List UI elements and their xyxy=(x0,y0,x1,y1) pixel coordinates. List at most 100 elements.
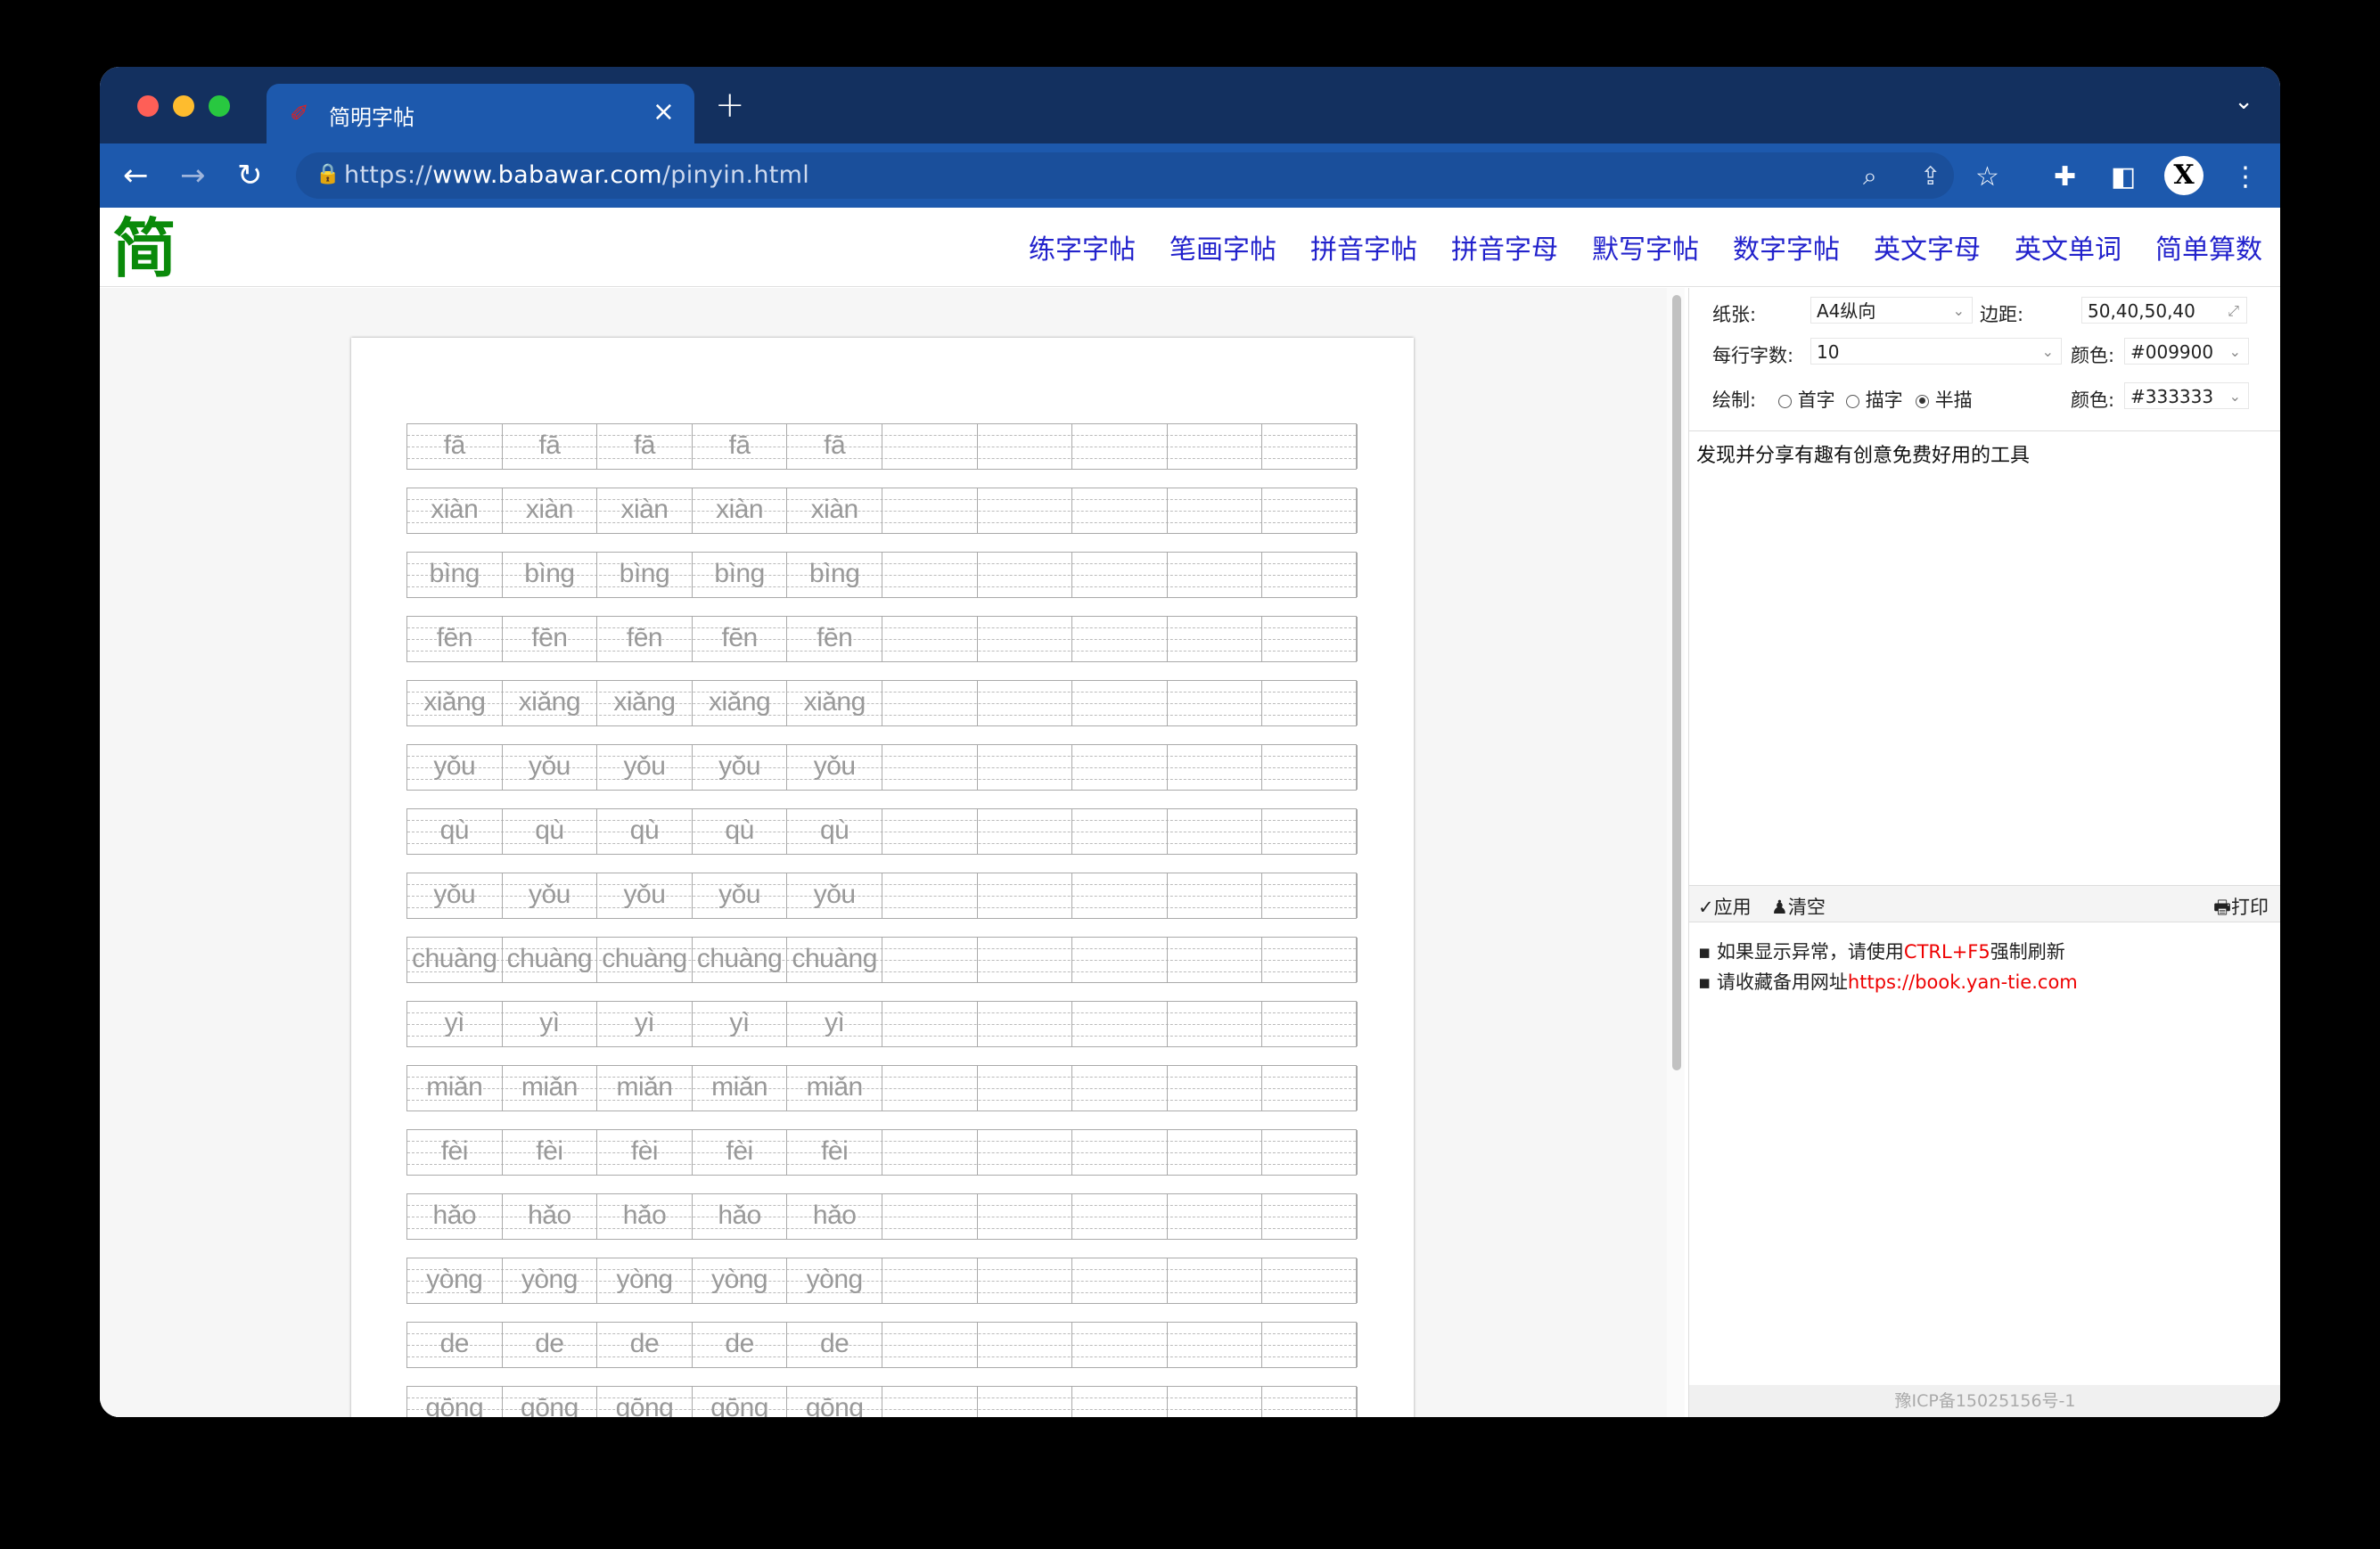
forward-arrow-icon[interactable]: → xyxy=(180,158,206,193)
url-text: https://www.babawar.com/pinyin.html xyxy=(344,161,810,189)
site-logo[interactable]: 简 xyxy=(112,217,176,281)
apply-button[interactable]: ✓应用 xyxy=(1698,893,1752,920)
share-icon[interactable]: ⇪ xyxy=(1920,161,1941,191)
draw-option-label: 半描 xyxy=(1934,389,1973,411)
radio-selected-icon[interactable] xyxy=(1916,394,1929,408)
profile-avatar[interactable]: X xyxy=(2164,156,2204,195)
print-button[interactable]: 🖶打印 xyxy=(2213,893,2269,926)
grid-cell: chuàng xyxy=(503,938,598,982)
backup-url-link[interactable]: https://book.yan-tie.com xyxy=(1848,971,2078,993)
grid-cell xyxy=(978,873,1073,918)
margin-input[interactable]: 50,40,50,40 ⤢ xyxy=(2081,297,2247,324)
grid-cell xyxy=(1072,1066,1168,1111)
grid-cell: yòng xyxy=(693,1258,788,1303)
grid-cell xyxy=(1072,488,1168,533)
grid-cell xyxy=(1072,1194,1168,1239)
nav-link-arithmetic[interactable]: 简单算数 xyxy=(2155,227,2262,266)
icp-footer[interactable]: 豫ICP备15025156号-1 xyxy=(1689,1385,2280,1417)
nav-link-pinyin-letters[interactable]: 拼音字母 xyxy=(1451,227,1558,266)
grid-cell xyxy=(1262,938,1358,982)
zoom-icon[interactable]: ⌕ xyxy=(1863,161,1877,192)
grid-cell xyxy=(882,553,978,597)
grid-cell xyxy=(1168,1130,1263,1175)
grid-cell: qù xyxy=(597,809,693,854)
draw-option-trace[interactable]: 描字 xyxy=(1846,386,1903,413)
bookmark-star-icon[interactable]: ☆ xyxy=(1975,161,1999,193)
extensions-puzzle-icon[interactable]: ✚ xyxy=(2054,161,2076,193)
reload-icon[interactable]: ↻ xyxy=(237,158,263,193)
nav-link-strokes[interactable]: 笔画字帖 xyxy=(1169,227,1276,266)
grid-cell xyxy=(882,1002,978,1046)
browser-window: ✐ 简明字帖 × + ⌄ ← → ↻ 🔒 https://www.babawar… xyxy=(100,67,2280,1417)
grid-cell xyxy=(1262,745,1358,790)
back-arrow-icon[interactable]: ← xyxy=(123,158,149,193)
color-select-2[interactable]: #333333 ⌄ xyxy=(2124,382,2249,409)
grid-cell: yì xyxy=(407,1002,503,1046)
grid-cell xyxy=(1168,1066,1263,1111)
grid-cell xyxy=(1072,553,1168,597)
grid-cell xyxy=(1262,1066,1358,1111)
color-select-1[interactable]: #009900 ⌄ xyxy=(2124,338,2249,365)
lock-icon: 🔒 xyxy=(316,163,341,185)
nav-link-dictation[interactable]: 默写字帖 xyxy=(1592,227,1699,266)
grid-row: qù qù qù qù qù xyxy=(406,808,1358,855)
grid-cell xyxy=(882,745,978,790)
grid-cell: bìng xyxy=(407,553,503,597)
tip-text: 强制刷新 xyxy=(1990,941,2065,963)
draw-option-first[interactable]: 首字 xyxy=(1778,386,1835,413)
tab-list-chevron-icon[interactable]: ⌄ xyxy=(2234,88,2253,115)
browser-tab[interactable]: ✐ 简明字帖 × xyxy=(267,84,694,143)
tab-close-icon[interactable]: × xyxy=(652,96,675,127)
nav-link-practice[interactable]: 练字字帖 xyxy=(1029,227,1136,266)
grid-cell: fēn xyxy=(503,617,598,661)
radio-icon[interactable] xyxy=(1846,394,1859,408)
grid-cell: miǎn xyxy=(693,1066,788,1111)
nav-link-numbers[interactable]: 数字字帖 xyxy=(1733,227,1840,266)
zoom-window-button[interactable] xyxy=(209,95,230,117)
margin-value: 50,40,50,40 xyxy=(2088,300,2195,322)
grid-cell: fā xyxy=(693,424,788,469)
nav-link-english-letters[interactable]: 英文字母 xyxy=(1874,227,1981,266)
grid-cell: bìng xyxy=(693,553,788,597)
more-menu-icon[interactable]: ⋮ xyxy=(2232,161,2259,193)
minimize-window-button[interactable] xyxy=(173,95,194,117)
close-window-button[interactable] xyxy=(137,95,159,117)
per-row-select[interactable]: 10 ⌄ xyxy=(1810,338,2062,365)
tip-key: CTRL+F5 xyxy=(1903,941,1990,963)
grid-cell: fēn xyxy=(407,617,503,661)
grid-cell: bìng xyxy=(597,553,693,597)
grid-cell: xiǎng xyxy=(597,681,693,725)
paper-value: A4纵向 xyxy=(1817,300,1876,322)
paper-select[interactable]: A4纵向 ⌄ xyxy=(1810,297,1973,324)
grid-cell xyxy=(1072,424,1168,469)
grid-row: yì yì yì yì yì xyxy=(406,1001,1358,1047)
grid-cell: fēn xyxy=(693,617,788,661)
grid-cell xyxy=(882,681,978,725)
grid-cell xyxy=(978,553,1073,597)
grid-cell: bìng xyxy=(787,553,882,597)
grid-cell: chuàng xyxy=(693,938,788,982)
side-panel-icon[interactable]: ◧ xyxy=(2111,161,2136,193)
grid-cell: yì xyxy=(597,1002,693,1046)
grid-cell xyxy=(1072,1323,1168,1367)
preview-scrollbar[interactable] xyxy=(1667,288,1685,1417)
address-bar[interactable]: 🔒 https://www.babawar.com/pinyin.html ⌕ … xyxy=(296,152,1954,199)
nav-link-pinyin-sheet[interactable]: 拼音字帖 xyxy=(1310,227,1417,266)
grid-cell: bìng xyxy=(503,553,598,597)
radio-icon[interactable] xyxy=(1778,394,1792,408)
new-tab-button[interactable]: + xyxy=(715,85,745,126)
grid-cell xyxy=(882,1130,978,1175)
grid-cell: fēn xyxy=(597,617,693,661)
grid-cell xyxy=(1072,1130,1168,1175)
clear-button[interactable]: ♟清空 xyxy=(1771,893,1826,920)
grid-cell: xiǎng xyxy=(407,681,503,725)
grid-cell: fēn xyxy=(787,617,882,661)
grid-cell xyxy=(1072,745,1168,790)
grid-cell: yòng xyxy=(787,1258,882,1303)
content-textarea[interactable]: 发现并分享有趣有创意免费好用的工具 xyxy=(1696,439,2267,885)
draw-option-half[interactable]: 半描 xyxy=(1916,386,1973,413)
nav-link-english-words[interactable]: 英文单词 xyxy=(2015,227,2121,266)
scrollbar-thumb[interactable] xyxy=(1672,295,1681,1070)
grid-cell xyxy=(1072,1258,1168,1303)
grid-cell: hǎo xyxy=(597,1194,693,1239)
